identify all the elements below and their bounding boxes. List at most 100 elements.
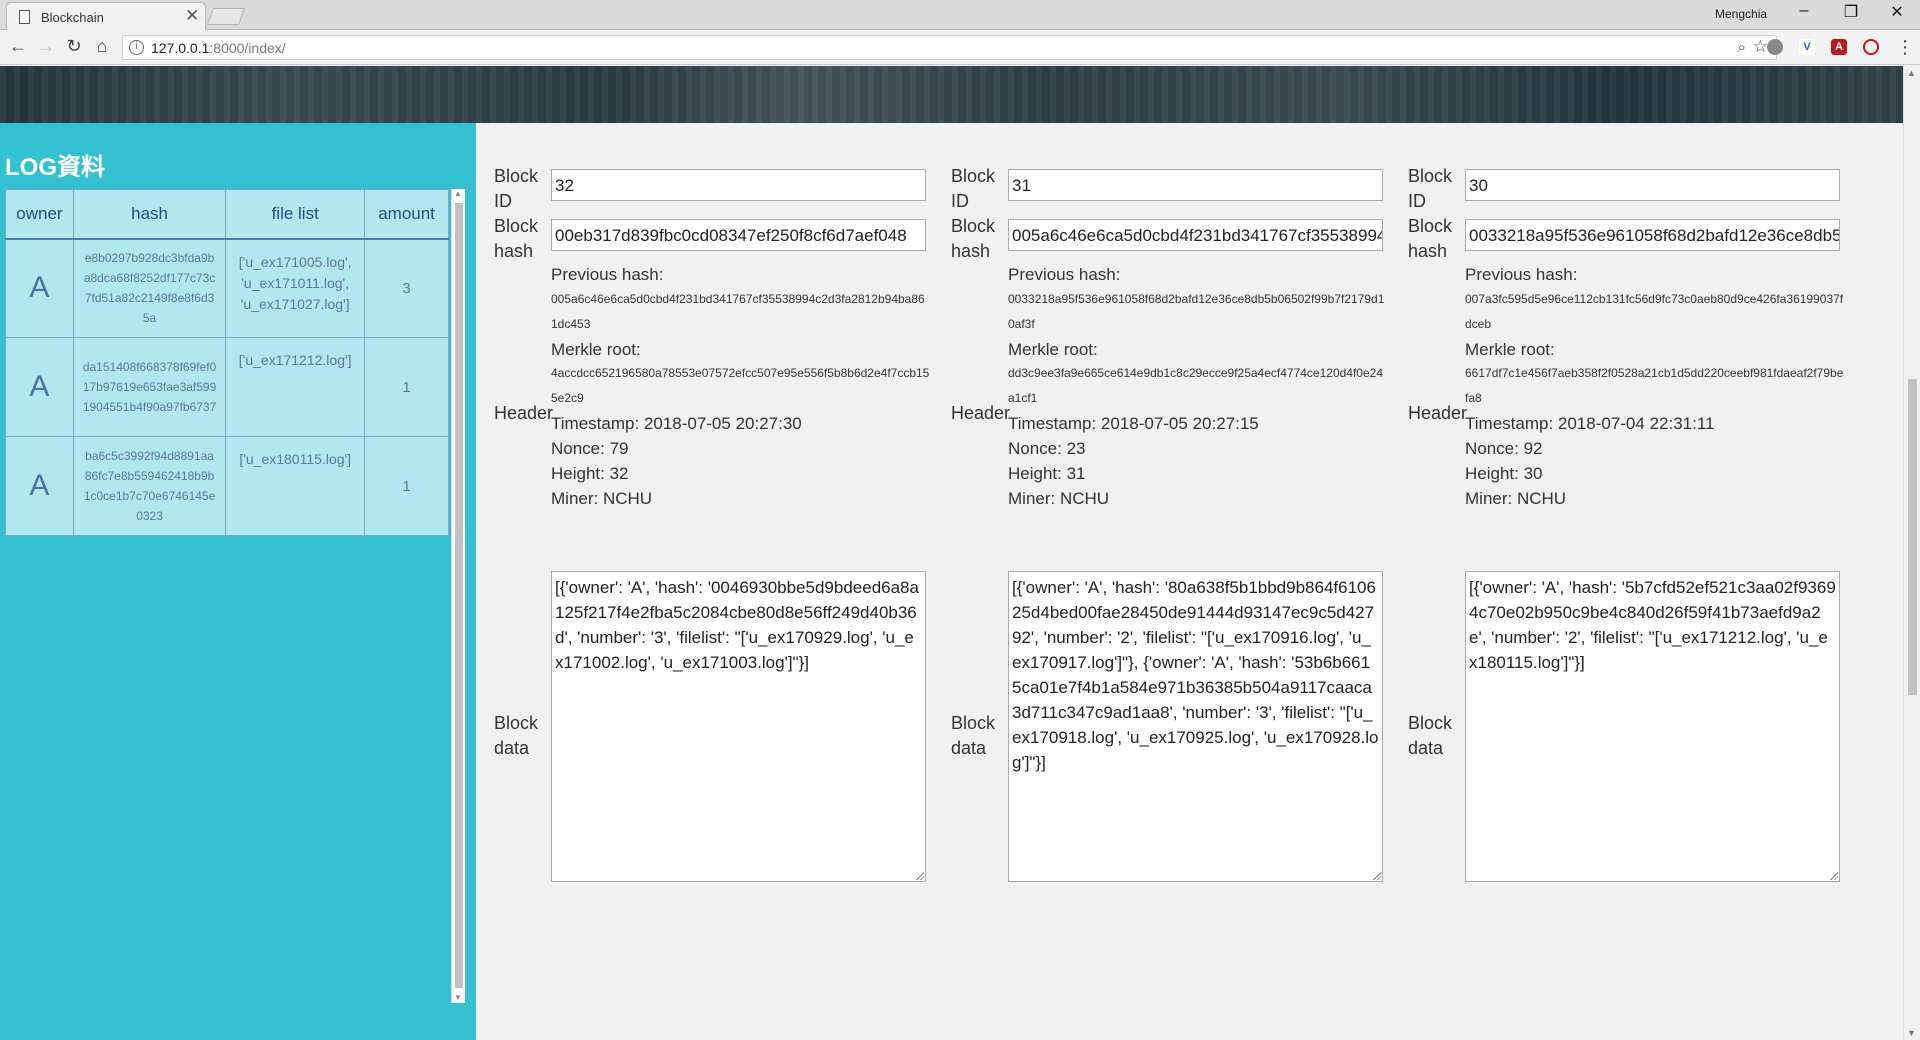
prev-hash-value: 005a6c46e6ca5d0cbd4f231bd341767cf3553899… <box>551 292 925 331</box>
block-header: Previous hash: 007a3fc595d5e96ce112cb131… <box>1465 262 1845 511</box>
file-list-cell: ['u_ex171212.log'] <box>225 337 366 437</box>
log-scrollbar[interactable]: ▲ ▼ <box>451 189 465 1003</box>
block-data-textarea[interactable]: [{'owner': 'A', 'hash': '80a638f5b1bbd9b… <box>1008 571 1383 882</box>
owner-cell: A <box>5 436 74 536</box>
block-data-textarea[interactable]: [{'owner': 'A', 'hash': '0046930bbe5d9bd… <box>551 571 926 882</box>
scroll-thumb[interactable] <box>455 203 463 988</box>
table-row: A e8b0297b928dc3bfda9ba8dca68f8252df177c… <box>5 238 449 338</box>
header-label: Header <box>1408 403 1468 423</box>
header-label: Header <box>494 403 554 423</box>
block-data-text: [{'owner': 'A', 'hash': '80a638f5b1bbd9b… <box>1012 578 1379 772</box>
block-hash-label-line2: hash <box>951 241 991 261</box>
block-id-label: Block ID <box>494 164 538 214</box>
block-id-input[interactable]: 31 <box>1008 169 1383 201</box>
block-card-30: Block ID 30 Block hash 0033218a95f536e9610… <box>1408 164 1868 884</box>
page-scroll-thumb[interactable] <box>1908 379 1917 695</box>
block-id-label-line2: ID <box>951 191 969 211</box>
resize-handle-icon[interactable] <box>915 871 924 880</box>
profile-name[interactable]: Mengchia <box>1715 7 1767 21</box>
block-hash-input[interactable]: 005a6c46e6ca5d0cbd4f231bd341767cf3553899… <box>1008 219 1383 251</box>
prev-hash-label: Previous hash: <box>551 265 664 284</box>
block-hash-label-line1: Block <box>1408 216 1453 236</box>
block-hash-label: Block hash <box>494 214 538 264</box>
file-list-cell: ['u_ex180115.log'] <box>225 436 366 536</box>
log-table: owner hash file list amount A e8b0297b92… <box>5 189 449 536</box>
address-bar[interactable]: i 127.0.0.1:8000/index/ ⌕ ☆ <box>122 35 1777 60</box>
block-card-32: Block ID 32 Block hash 00eb317d839fbc0cd08… <box>494 164 954 884</box>
prev-hash-label: Previous hash: <box>1465 265 1578 284</box>
height: Height: 30 <box>1465 464 1543 483</box>
block-id-label-line2: ID <box>1408 191 1426 211</box>
block-hash-label-line2: hash <box>494 241 534 261</box>
block-hash-input[interactable]: 00eb317d839fbc0cd08347ef250f8cf6d7aef048 <box>551 219 926 251</box>
amount-cell: 1 <box>364 436 449 536</box>
block-hash-label-line1: Block <box>494 216 539 236</box>
url-path: :8000/index/ <box>209 40 286 56</box>
menu-icon[interactable]: ⋮ <box>1896 37 1914 58</box>
block-id-label-line1: Block <box>951 166 996 186</box>
restore-button[interactable]: ❐ <box>1831 2 1871 22</box>
pdf-extension-icon[interactable]: A <box>1831 39 1847 55</box>
url-host: 127.0.0.1 <box>151 40 210 56</box>
minimize-button[interactable]: – <box>1784 2 1824 20</box>
merkle-root-value: 4accdcc652196580a78553e07572efcc507e95e5… <box>551 366 930 405</box>
miner: Miner: NCHU <box>1465 489 1567 508</box>
block-hash-label-line2: hash <box>1408 241 1448 261</box>
timestamp: Timestamp: 2018-07-05 20:27:30 <box>551 414 802 433</box>
back-icon[interactable]: ← <box>6 36 30 57</box>
col-hash: hash <box>72 189 227 240</box>
close-tab-icon[interactable]: ✕ <box>185 6 199 26</box>
new-tab-button[interactable] <box>206 8 246 25</box>
block-data-textarea[interactable]: [{'owner': 'A', 'hash': '5b7cfd52ef521c3… <box>1465 571 1840 882</box>
page-scrollbar[interactable]: ▲ ▼ <box>1903 66 1920 1040</box>
block-id-input[interactable]: 30 <box>1465 169 1840 201</box>
block-data-text: [{'owner': 'A', 'hash': '0046930bbe5d9bd… <box>555 578 919 672</box>
block-data-label-line1: Block <box>951 713 996 733</box>
header-label: Header <box>951 403 1011 423</box>
info-icon[interactable]: i <box>129 40 144 55</box>
merkle-root-value: 6617df7c1e456f7aeb358f2f0528a21cb1d5dd22… <box>1465 366 1844 405</box>
page-content: LOG資料 owner hash file list amount A e8b0… <box>0 66 1903 1040</box>
block-id-input[interactable]: 32 <box>551 169 926 201</box>
block-data-label-line2: data <box>494 738 530 758</box>
hash-cell: da151408f668378f69fef017b97619e653fae3af… <box>72 337 227 437</box>
height: Height: 31 <box>1008 464 1086 483</box>
block-card-31: Block ID 31 Block hash 005a6c46e6ca5d0cbd4… <box>951 164 1411 884</box>
tab-blockchain[interactable]: Blockchain ✕ <box>6 2 206 30</box>
page-scroll-up-icon[interactable]: ▲ <box>1907 68 1916 78</box>
table-row: A ba6c5c3992f94d8891aa86fc7e8b559462418b… <box>5 436 449 536</box>
header-banner-image <box>0 66 1903 123</box>
block-data-label: Block data <box>1408 711 1452 761</box>
block-hash-label: Block hash <box>1408 214 1452 264</box>
forward-icon[interactable]: → <box>34 36 58 57</box>
block-header: Previous hash: 0033218a95f536e961058f68d… <box>1008 262 1388 511</box>
tab-strip: Blockchain ✕ Mengchia – ❐ ✕ <box>0 0 1920 30</box>
star-icon[interactable]: ☆ <box>1753 37 1768 57</box>
merkle-root-value: dd3c9ee3fa9e665ce614e9db1c8c29ecce9f25a4… <box>1008 366 1384 405</box>
vpn-extension-icon[interactable]: V <box>1799 39 1815 55</box>
hash-cell: ba6c5c3992f94d8891aa86fc7e8b559462418b9b… <box>72 436 227 536</box>
scroll-down-icon[interactable]: ▼ <box>454 993 462 1002</box>
block-id-label-line1: Block <box>1408 166 1453 186</box>
prev-hash-value: 0033218a95f536e961058f68d2bafd12e36ce8db… <box>1008 292 1385 331</box>
extension-icon[interactable] <box>1767 39 1783 55</box>
block-id-label-line1: Block <box>494 166 539 186</box>
miner: Miner: NCHU <box>1008 489 1110 508</box>
owner-cell: A <box>5 337 74 437</box>
home-icon[interactable]: ⌂ <box>90 36 114 57</box>
sidebar-title: LOG資料 <box>5 154 105 181</box>
page-scroll-down-icon[interactable]: ▼ <box>1907 1028 1916 1038</box>
resize-handle-icon[interactable] <box>1372 871 1381 880</box>
opera-extension-icon[interactable] <box>1863 39 1879 55</box>
close-window-button[interactable]: ✕ <box>1877 2 1917 22</box>
zoom-icon[interactable]: ⌕ <box>1738 39 1746 56</box>
timestamp: Timestamp: 2018-07-04 22:31:11 <box>1465 414 1715 433</box>
scroll-up-icon[interactable]: ▲ <box>454 189 462 198</box>
block-id-label: Block ID <box>951 164 995 214</box>
resize-handle-icon[interactable] <box>1829 871 1838 880</box>
table-row: A da151408f668378f69fef017b97619e653fae3… <box>5 337 449 437</box>
reload-icon[interactable]: ↻ <box>62 36 86 57</box>
nonce: Nonce: 23 <box>1008 439 1086 458</box>
block-hash-input[interactable]: 0033218a95f536e961058f68d2bafd12e36ce8db… <box>1465 219 1840 251</box>
miner: Miner: NCHU <box>551 489 653 508</box>
